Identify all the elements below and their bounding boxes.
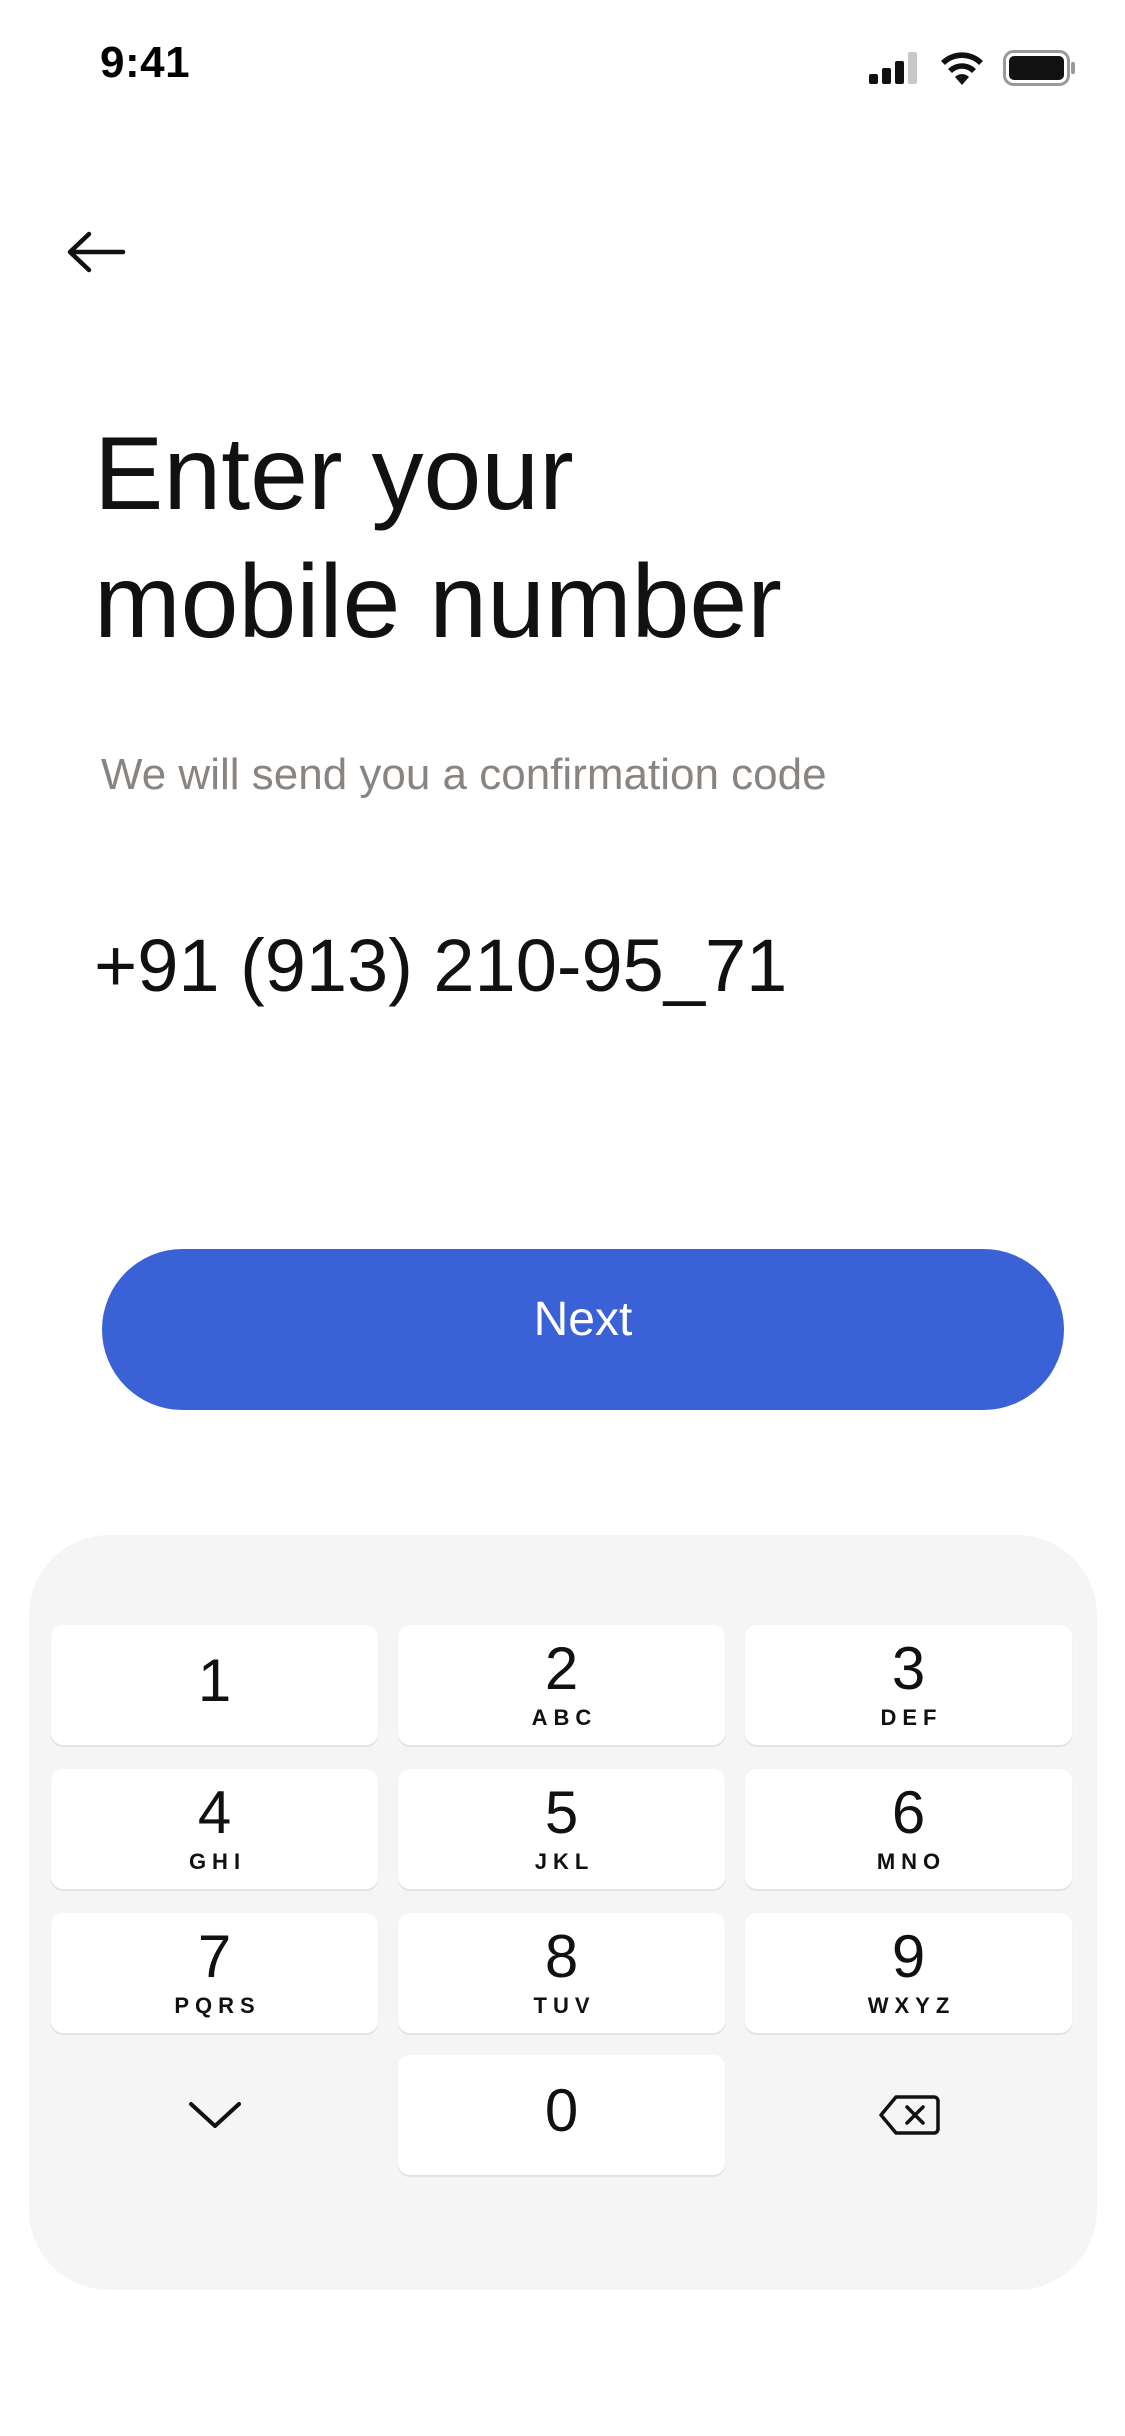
status-icons (869, 46, 1077, 90)
page-title-line-2: mobile number (94, 544, 782, 660)
key-7[interactable]: 7 PQRS (51, 1913, 378, 2033)
key-digit: 5 (544, 1779, 579, 1846)
delete-button[interactable] (745, 2055, 1072, 2175)
backspace-icon (878, 2095, 940, 2135)
key-digit: 3 (891, 1635, 926, 1702)
key-letters: GHI (188, 1849, 247, 1874)
key-digit: 1 (197, 1647, 232, 1714)
key-digit: 9 (891, 1923, 926, 1990)
key-5[interactable]: 5 JKL (398, 1769, 725, 1889)
status-time: 9:41 (100, 38, 191, 87)
key-digit: 8 (544, 1923, 579, 1990)
key-letters: ABC (531, 1705, 598, 1730)
battery-icon (1003, 50, 1075, 86)
chevron-down-icon (188, 2102, 241, 2128)
key-digit: 6 (891, 1779, 926, 1846)
subtitle: We will send you a confirmation code (101, 750, 827, 799)
arrow-left-icon (67, 231, 126, 273)
next-button[interactable]: Next (102, 1249, 1064, 1410)
key-letters: JKL (534, 1849, 595, 1874)
key-9[interactable]: 9 WXYZ (745, 1913, 1072, 2033)
wifi-icon (941, 52, 983, 85)
dismiss-keyboard-button[interactable] (51, 2055, 378, 2175)
key-digit: 7 (197, 1923, 232, 1990)
key-digit: 4 (197, 1779, 232, 1846)
key-1[interactable]: 1 (51, 1625, 378, 1745)
key-digit: 2 (544, 1635, 579, 1702)
key-4[interactable]: 4 GHI (51, 1769, 378, 1889)
cellular-signal-icon (869, 52, 917, 84)
page-title-line-1: Enter your (94, 416, 574, 532)
key-letters: TUV (533, 1993, 596, 2018)
key-6[interactable]: 6 MNO (745, 1769, 1072, 1889)
key-letters: WXYZ (867, 1993, 956, 2018)
key-letters: DEF (880, 1705, 943, 1730)
key-2[interactable]: 2 ABC (398, 1625, 725, 1745)
key-3[interactable]: 3 DEF (745, 1625, 1072, 1745)
key-0[interactable]: 0 (398, 2055, 725, 2175)
key-letters: MNO (876, 1849, 947, 1874)
key-digit: 0 (544, 2077, 579, 2144)
key-8[interactable]: 8 TUV (398, 1913, 725, 2033)
numeric-keypad: 1 2 ABC 3 DEF 4 GHI 5 JKL 6 MNO 7 PQRS 8… (29, 1535, 1097, 2290)
back-button[interactable] (56, 218, 136, 286)
phone-number-input[interactable] (94, 905, 994, 1025)
key-letters: PQRS (174, 1993, 261, 2018)
page-title: Enter your mobile number (94, 410, 1044, 666)
